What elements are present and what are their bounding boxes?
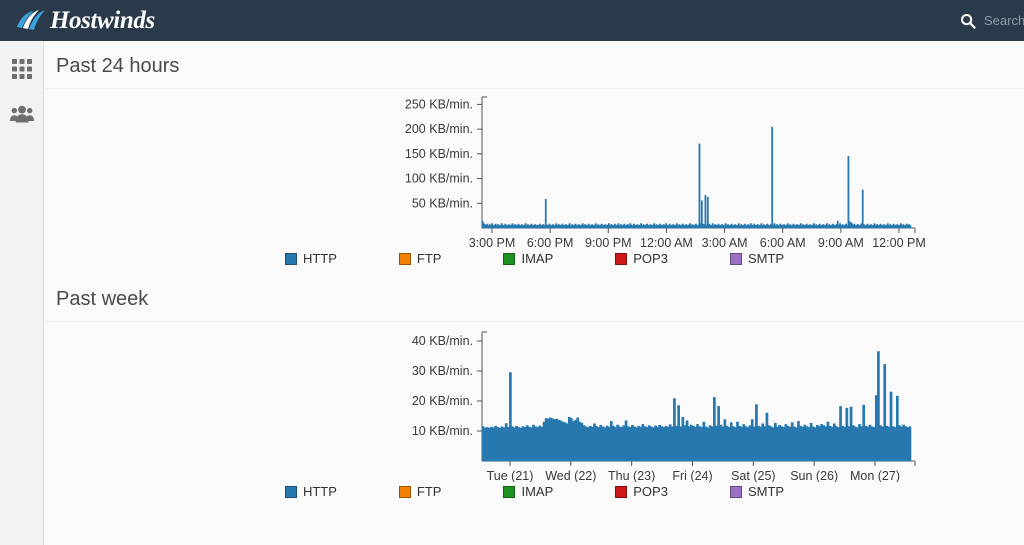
section-title-past-24-hours: Past 24 hours <box>45 41 1024 89</box>
legend-label: HTTP <box>302 484 337 499</box>
chart-canvas-past-24-hours: 50 KB/min. 100 KB/min. 150 KB/min. 200 KB/m… <box>405 96 926 249</box>
x-tick-label: Thu (23) <box>608 469 655 482</box>
y-tick-label: 30 KB/min. <box>412 364 473 378</box>
search-icon[interactable] <box>960 13 976 29</box>
chart-series-http-area <box>481 126 912 229</box>
x-tick-label: Fri (24) <box>672 469 712 482</box>
x-tick-label: 9:00 PM <box>585 236 632 249</box>
y-tick-label: 150 KB/min. <box>405 147 473 161</box>
chart-past-week: 10 KB/min. 20 KB/min. 30 KB/min. 40 KB/min.… <box>45 322 1024 499</box>
main-content: Past 24 hours 50 KB/min. 100 KB/min. 150 K… <box>45 41 1024 545</box>
legend-label: FTP <box>416 251 442 266</box>
x-tick-label: 12:00 PM <box>872 236 926 249</box>
legend-item-imap[interactable]: IMAP <box>503 251 553 266</box>
x-tick-label: 6:00 AM <box>760 236 806 249</box>
y-tick-label: 200 KB/min. <box>405 122 473 136</box>
y-tick-label: 20 KB/min. <box>412 394 473 408</box>
legend-swatch-imap-icon <box>503 252 516 265</box>
chart-past-24-hours: 50 KB/min. 100 KB/min. 150 KB/min. 200 KB/m… <box>45 89 1024 266</box>
chart-series-http-area <box>481 351 912 462</box>
legend-label: IMAP <box>521 484 554 499</box>
search-area[interactable] <box>960 0 1024 41</box>
legend-item-pop3[interactable]: POP3 <box>615 251 668 266</box>
x-tick-label: Mon (27) <box>850 469 900 482</box>
legend-label: SMTP <box>747 251 785 266</box>
legend-label: FTP <box>416 484 442 499</box>
x-tick-label: Sat (25) <box>731 469 775 482</box>
x-tick-label: 12:00 AM <box>640 236 693 249</box>
x-tick-label: 9:00 AM <box>818 236 864 249</box>
apps-grid-icon <box>11 58 33 85</box>
legend-item-http[interactable]: HTTP <box>284 484 337 499</box>
y-tick-label: 100 KB/min. <box>405 172 473 186</box>
top-header-bar: Hostwinds <box>0 0 1024 41</box>
legend-item-imap[interactable]: IMAP <box>503 484 553 499</box>
y-tick-label: 50 KB/min. <box>412 196 473 210</box>
x-tick-label: Sun (26) <box>790 469 838 482</box>
legend-item-smtp[interactable]: SMTP <box>729 251 785 266</box>
chart-canvas-past-week: 10 KB/min. 20 KB/min. 30 KB/min. 40 KB/min.… <box>412 331 916 482</box>
legend-swatch-http-icon <box>284 252 297 265</box>
sidebar-item-users[interactable] <box>0 95 44 139</box>
sidebar-item-apps[interactable] <box>0 49 44 93</box>
legend-swatch-smtp-icon <box>729 252 742 265</box>
legend-label: IMAP <box>521 251 554 266</box>
legend-swatch-imap-icon <box>503 485 516 498</box>
legend-item-smtp[interactable]: SMTP <box>729 484 785 499</box>
brand-logo[interactable]: Hostwinds <box>0 6 155 36</box>
x-tick-label: Tue (21) <box>487 469 534 482</box>
legend-label: SMTP <box>747 484 785 499</box>
section-title-past-week: Past week <box>45 274 1024 322</box>
legend-swatch-pop3-icon <box>615 485 628 498</box>
legend-swatch-http-icon <box>284 485 297 498</box>
users-group-icon <box>10 105 34 130</box>
legend-item-pop3[interactable]: POP3 <box>615 484 668 499</box>
y-tick-label: 250 KB/min. <box>405 97 473 111</box>
legend-item-ftp[interactable]: FTP <box>398 251 442 266</box>
legend-item-http[interactable]: HTTP <box>284 251 337 266</box>
legend-item-ftp[interactable]: FTP <box>398 484 442 499</box>
legend-label: HTTP <box>302 251 337 266</box>
search-input[interactable] <box>984 13 1024 28</box>
x-tick-label: 3:00 AM <box>702 236 748 249</box>
x-tick-label: Wed (22) <box>545 469 596 482</box>
legend-swatch-smtp-icon <box>729 485 742 498</box>
y-tick-label: 40 KB/min. <box>412 334 473 348</box>
chart-legend-past-week: HTTP FTP IMAP POP3 SMTP <box>45 484 1024 499</box>
chart-legend-past-24-hours: HTTP FTP IMAP POP3 SMTP <box>45 251 1024 266</box>
legend-swatch-ftp-icon <box>398 252 411 265</box>
left-sidebar <box>0 41 44 545</box>
x-tick-label: 6:00 PM <box>527 236 574 249</box>
chart-axis-spine <box>481 97 915 229</box>
legend-label: POP3 <box>633 484 668 499</box>
y-tick-label: 10 KB/min. <box>412 424 473 438</box>
legend-swatch-ftp-icon <box>398 485 411 498</box>
legend-label: POP3 <box>633 251 668 266</box>
brand-name: Hostwinds <box>50 6 155 34</box>
legend-swatch-pop3-icon <box>615 252 628 265</box>
x-tick-label: 3:00 PM <box>469 236 516 249</box>
hostwinds-wave-logo-icon <box>14 6 48 36</box>
